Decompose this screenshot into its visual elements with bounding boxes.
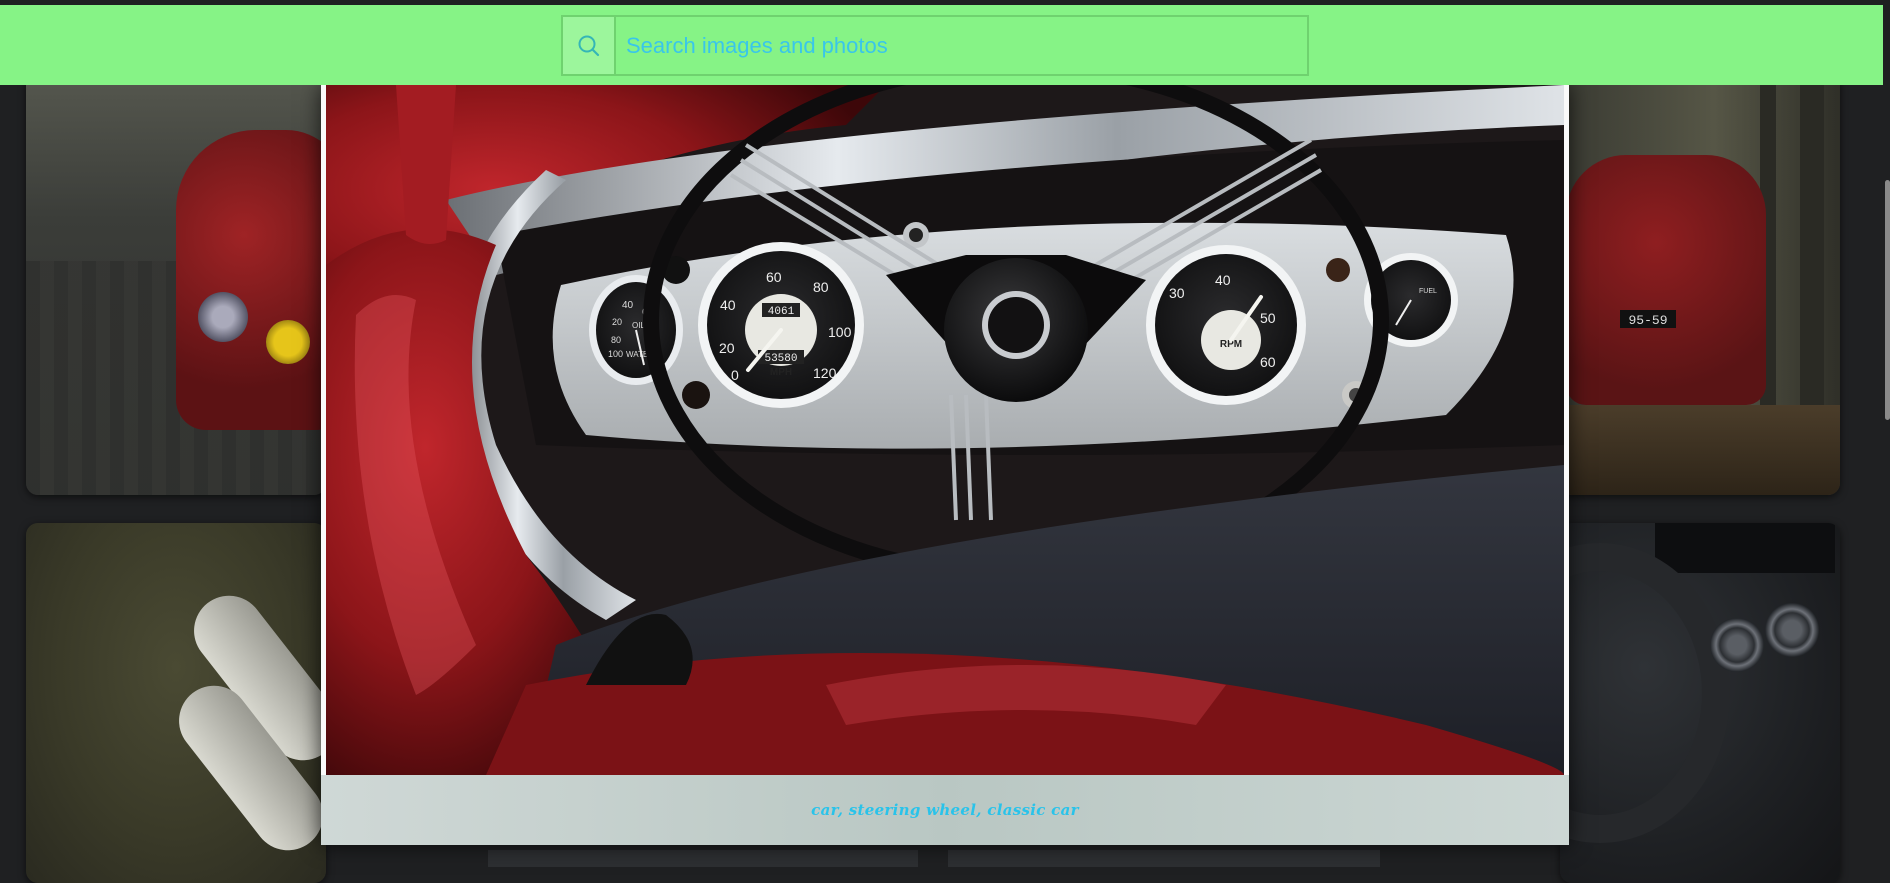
search-button[interactable] <box>563 17 616 74</box>
speedo-tick: 0 <box>731 367 739 383</box>
image-lightbox: 40 60 OIL 20 80 100 WATER 20 40 60 80 10… <box>321 85 1569 845</box>
speedo-tick: 60 <box>766 269 782 285</box>
fiat-plate-text: 95-59 <box>1628 313 1667 328</box>
red-fiat-car <box>1566 155 1766 405</box>
fiat-license-plate: 95-59 <box>1620 310 1676 328</box>
infotainment-screen <box>1655 523 1835 573</box>
gallery-card-sneakers[interactable] <box>26 523 326 883</box>
lightbox-photo[interactable]: 40 60 OIL 20 80 100 WATER 20 40 60 80 10… <box>326 85 1564 775</box>
oil-gauge-label: 20 <box>612 317 622 327</box>
tachometer-gauge: 30 40 50 60 RPM <box>1146 245 1306 405</box>
speedo-tick: 100 <box>828 324 852 340</box>
search-form <box>561 15 1309 76</box>
gallery-card-partial[interactable] <box>488 850 918 867</box>
air-vent <box>1710 618 1764 672</box>
tacho-tick: 30 <box>1169 285 1185 301</box>
air-vent <box>1765 603 1819 657</box>
gallery-card-red-fiat[interactable]: 95-59 <box>1560 70 1840 495</box>
caption-tags: car, steering wheel, classic car <box>811 801 1079 819</box>
speed-unit: MPH <box>770 367 792 378</box>
oil-gauge-label: 40 <box>622 300 634 311</box>
speedo-tick: 20 <box>719 340 735 356</box>
steering-wheel <box>1560 543 1730 843</box>
tacho-tick: 50 <box>1260 310 1276 326</box>
speedo-tick: 80 <box>813 279 829 295</box>
search-icon <box>578 35 599 56</box>
classic-car-dashboard-photo: 40 60 OIL 20 80 100 WATER 20 40 60 80 10… <box>326 85 1564 775</box>
tacho-tick: 60 <box>1260 354 1276 370</box>
main-odometer: 53580 <box>764 353 797 365</box>
oil-gauge-label: 80 <box>611 335 621 345</box>
search-input[interactable] <box>616 17 1307 74</box>
speedometer-gauge: 20 40 60 80 100 120 0 4061 53580 MPH <box>698 242 864 408</box>
speedo-tick: 40 <box>720 297 736 313</box>
oil-gauge-label: 100 <box>608 349 623 359</box>
red-beetle-car <box>176 130 326 430</box>
leaf-ground <box>1560 405 1840 495</box>
oil-water-gauge: 40 60 OIL 20 80 100 WATER <box>589 275 683 385</box>
gallery-card-red-beetle[interactable] <box>26 70 326 495</box>
gallery-card-partial[interactable] <box>948 850 1380 867</box>
tacho-tick: 40 <box>1215 272 1231 288</box>
page-scrollbar[interactable] <box>1885 180 1890 420</box>
lightbox-caption: car, steering wheel, classic car <box>321 775 1569 845</box>
gallery-card-mercedes-interior[interactable] <box>1560 523 1840 883</box>
top-navbar <box>0 5 1883 85</box>
beetle-headlight <box>198 292 248 342</box>
beetle-fog-light <box>266 320 310 364</box>
trip-odometer: 4061 <box>768 306 795 318</box>
speedo-tick: 120 <box>813 365 837 381</box>
fuel-label: FUEL <box>1419 288 1437 295</box>
